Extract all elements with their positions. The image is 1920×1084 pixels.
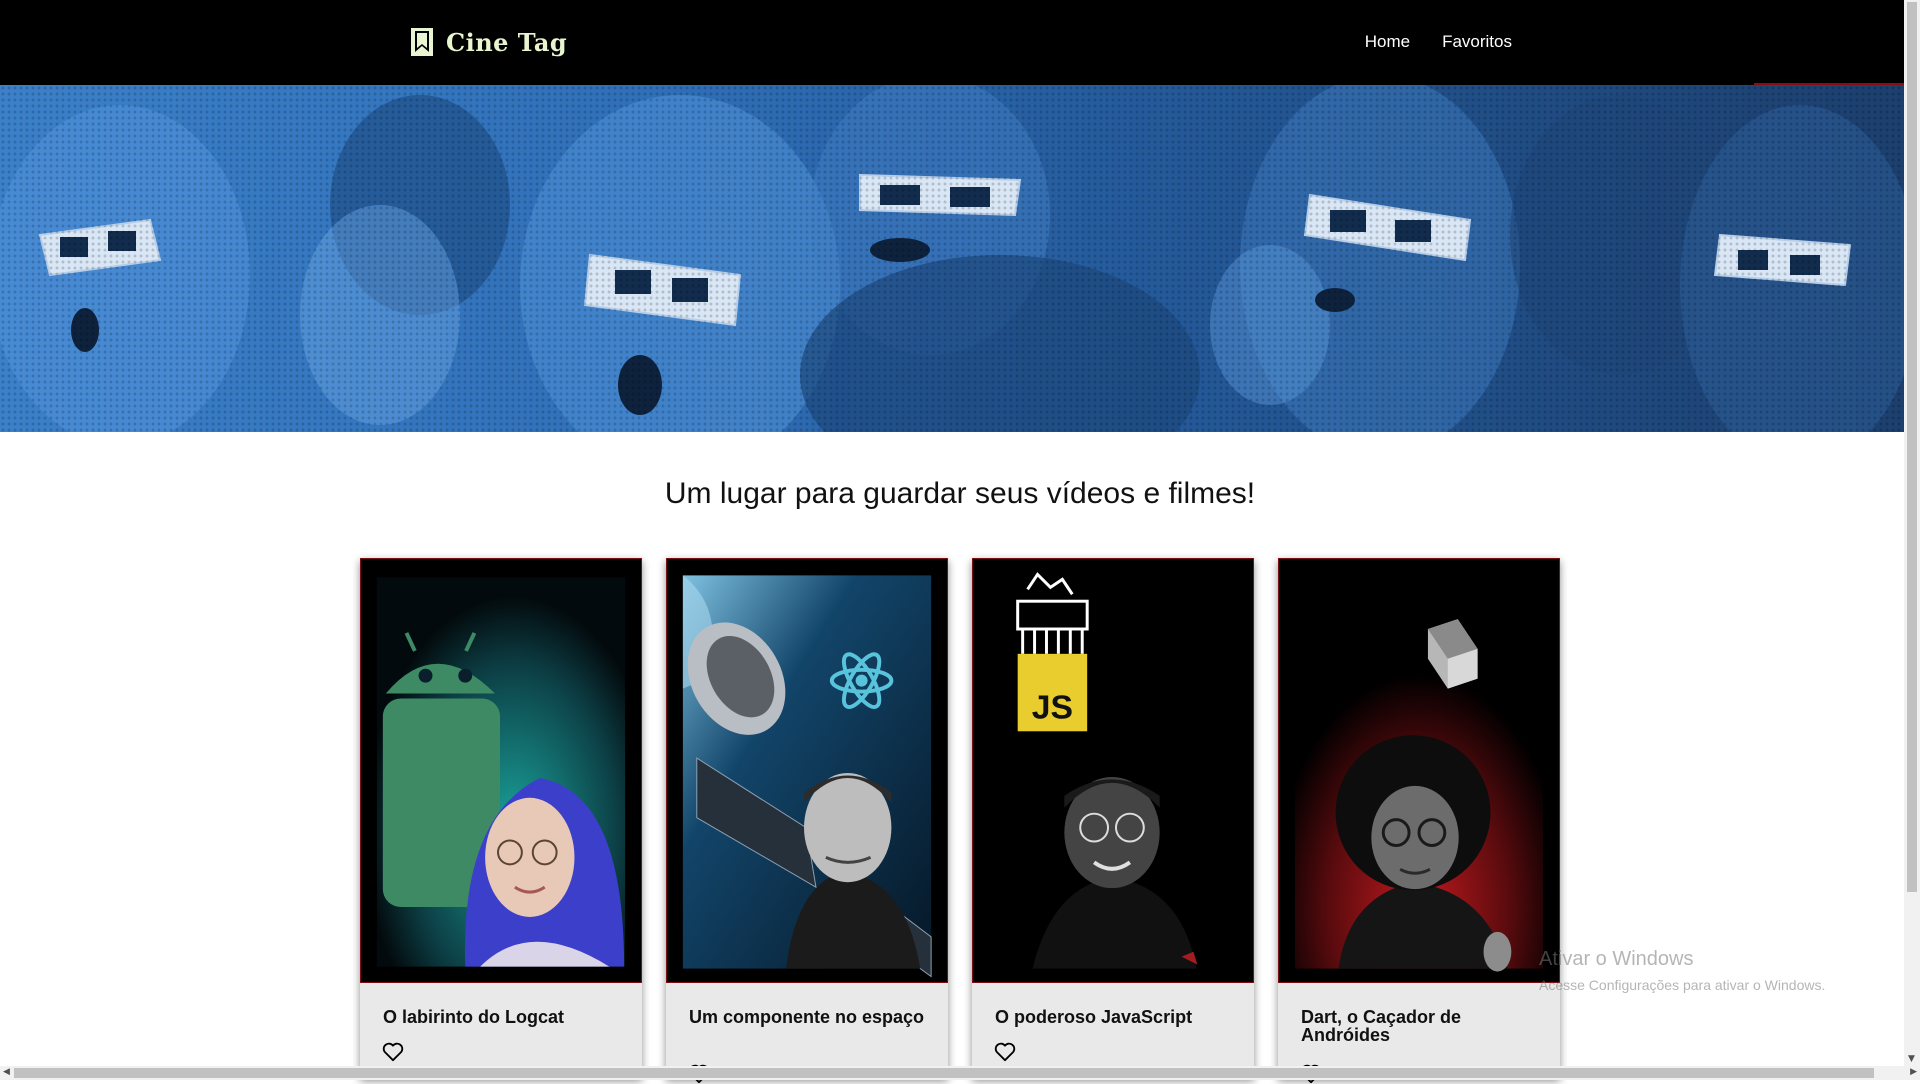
page-headline: Um lugar para guardar seus vídeos e film… [664, 477, 1256, 510]
card-title: Dart, o Caçador de Andróides [1301, 1007, 1462, 1045]
hero-banner [0, 85, 1904, 432]
card-poster[interactable] [360, 558, 642, 983]
scroll-left-arrow-icon[interactable]: ◀ [3, 1067, 10, 1077]
card-poster[interactable] [666, 558, 948, 983]
video-card[interactable]: Dart, o Caçador de Andróides [1278, 558, 1560, 1084]
nav-link-home[interactable]: Home [1365, 32, 1410, 52]
site-logo[interactable]: Cine Tag [410, 26, 567, 58]
heart-icon[interactable] [382, 1042, 404, 1062]
video-card[interactable]: Um componente no espaço [666, 558, 948, 1084]
react-space-poster [682, 575, 932, 978]
javascript-poster: JS [973, 559, 1253, 982]
nav-link-favoritos[interactable]: Favoritos [1442, 32, 1512, 52]
card-poster[interactable] [1278, 558, 1560, 983]
card-title: O poderoso JavaScript [995, 1007, 1193, 1027]
card-title: O labirinto do Logcat [383, 1007, 564, 1027]
vertical-scrollbar-thumb[interactable] [1907, 2, 1917, 892]
scroll-right-arrow-icon[interactable]: ▶ [1910, 1067, 1917, 1077]
vertical-scrollbar[interactable]: ▼ [1904, 0, 1920, 1066]
heart-icon[interactable] [994, 1042, 1016, 1062]
card-title: Um componente no espaço [689, 1007, 925, 1027]
android-logcat-poster [376, 577, 626, 967]
horizontal-scrollbar[interactable]: ◀ ▶ [0, 1066, 1920, 1080]
watermark-subtitle: Acesse Configurações para ativar o Windo… [1539, 977, 1826, 993]
horizontal-scrollbar-thumb[interactable] [14, 1068, 1874, 1078]
scroll-down-arrow-icon[interactable]: ▼ [1908, 1054, 1915, 1064]
logo-text: Cine Tag [446, 27, 568, 57]
svg-text:JS: JS [1032, 688, 1073, 726]
dart-poster [1279, 559, 1559, 982]
windows-activation-watermark: Ativar o Windows Acesse Configurações pa… [1539, 948, 1825, 993]
main-nav: Home Favoritos [1365, 32, 1512, 52]
top-navigation-bar: Cine Tag Home Favoritos [0, 0, 1904, 85]
card-poster[interactable]: JS [972, 558, 1254, 983]
video-card[interactable]: O labirinto do Logcat [360, 558, 642, 1078]
watermark-title: Ativar o Windows [1539, 948, 1694, 970]
video-card[interactable]: JS O poderoso JavaScript [972, 558, 1254, 1078]
halftone-overlay [0, 85, 1904, 432]
bookmark-icon [411, 28, 433, 56]
